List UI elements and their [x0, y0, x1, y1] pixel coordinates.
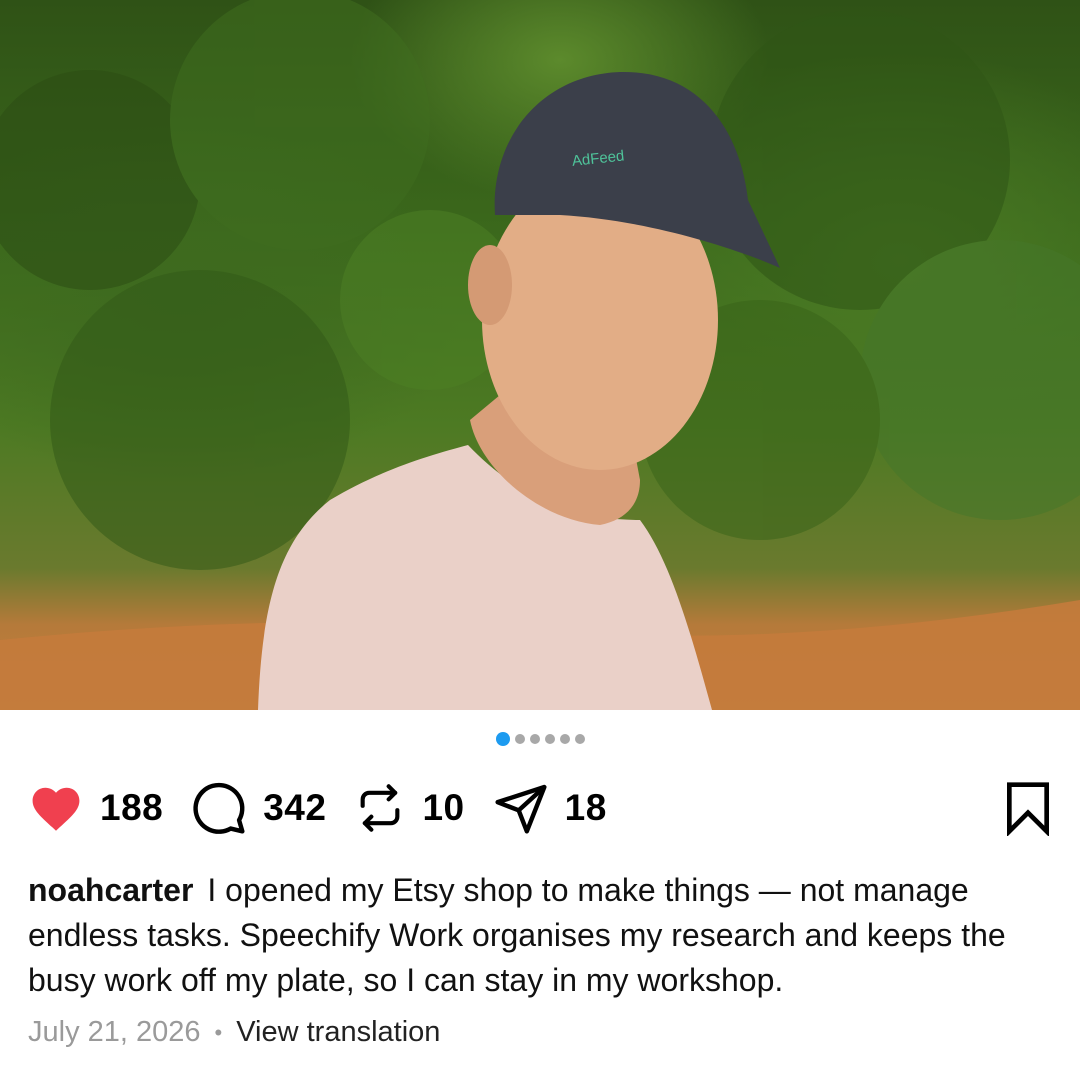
post-meta: July 21, 2026 • View translation [28, 1016, 440, 1049]
like-button[interactable]: 188 [28, 783, 163, 833]
repost-count: 10 [422, 787, 465, 828]
carousel-indicator [0, 732, 1080, 746]
share-count: 18 [564, 787, 607, 828]
carousel-dot[interactable] [529, 734, 540, 744]
bookmark-button[interactable] [1004, 780, 1052, 841]
post-photo[interactable]: AdFeed [0, 0, 1080, 710]
carousel-dot[interactable] [574, 734, 585, 744]
carousel-dot-active[interactable] [495, 732, 510, 746]
comment-bubble-icon [193, 782, 245, 834]
view-translation-link[interactable]: View translation [236, 1016, 440, 1049]
share-button[interactable]: 18 [493, 780, 607, 836]
username-link[interactable]: noahcarter [28, 872, 193, 908]
comment-count: 342 [263, 787, 327, 828]
photo-illustration: AdFeed [0, 0, 1080, 710]
heart-filled-icon [32, 787, 80, 831]
carousel-dot[interactable] [514, 734, 525, 744]
post-caption: noahcarter I opened my Etsy shop to make … [28, 868, 1058, 1003]
bookmark-icon [1007, 782, 1049, 837]
repost-icon [361, 784, 400, 832]
like-count: 188 [100, 787, 164, 828]
repost-button[interactable]: 10 [354, 780, 464, 836]
post-date: July 21, 2026 [28, 1016, 201, 1048]
meta-separator: • [214, 1019, 223, 1045]
send-icon [495, 784, 547, 834]
comment-button[interactable]: 342 [191, 780, 326, 836]
carousel-dot[interactable] [544, 734, 555, 744]
carousel-dot[interactable] [559, 734, 570, 744]
action-bar: 188 342 10 18 [28, 778, 1052, 838]
